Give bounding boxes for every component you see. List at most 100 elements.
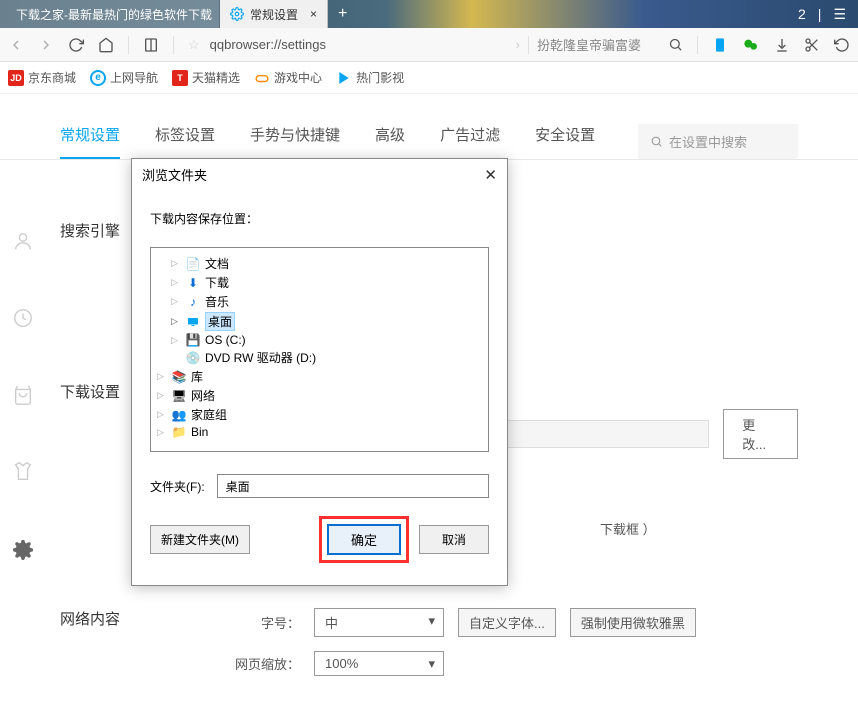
zoom-label: 网页缩放：	[220, 654, 300, 673]
add-tab-button[interactable]: +	[328, 5, 357, 23]
bookmark-label: 上网导航	[110, 69, 158, 86]
bookmark-label: 天猫精选	[192, 69, 240, 86]
tree-item-libraries[interactable]: ▷📚库	[151, 367, 488, 386]
gear-icon	[230, 7, 244, 21]
divider	[173, 36, 174, 54]
divider	[528, 36, 529, 54]
bag-icon[interactable]	[12, 384, 34, 406]
bookmark-label: 京东商城	[28, 69, 76, 86]
tab-pipe: |	[818, 6, 822, 22]
phone-icon[interactable]	[712, 37, 728, 53]
section-network: 网络内容 字号： 中 自定义字体... 强制使用微软雅黑 网页缩放： 100%	[60, 608, 798, 690]
back-icon[interactable]	[8, 37, 24, 53]
tree-item-desktop[interactable]: ▷桌面	[151, 311, 488, 332]
network-icon: 🖥	[171, 389, 187, 403]
gear-icon[interactable]	[12, 538, 34, 560]
bookmark-video[interactable]: 热门影视	[336, 69, 404, 86]
ok-button-highlight: 确定	[319, 516, 409, 563]
folder-field-label: 文件夹(F):	[150, 478, 205, 495]
bookmark-star-icon[interactable]: ☆	[188, 37, 200, 53]
force-yahei-button[interactable]: 强制使用微软雅黑	[570, 608, 696, 637]
clock-icon[interactable]	[12, 307, 34, 329]
tree-label: 家庭组	[191, 406, 227, 423]
game-icon	[254, 70, 270, 86]
tab-settings[interactable]: 常规设置 ×	[220, 0, 328, 28]
music-icon: ♪	[185, 295, 201, 309]
settings-tab-gestures[interactable]: 手势与快捷键	[250, 124, 340, 159]
scissors-icon[interactable]	[804, 37, 820, 53]
folder-tree[interactable]: ▷📄文档 ▷⬇下载 ▷♪音乐 ▷桌面 ▷💾OS (C:) 💿DVD RW 驱动器…	[150, 247, 489, 452]
bookmark-games[interactable]: 游戏中心	[254, 69, 322, 86]
cancel-button[interactable]: 取消	[419, 525, 489, 554]
address-bar[interactable]: ☆ qqbrowser://settings › 扮乾隆皇帝骗富婆	[188, 35, 653, 54]
font-select[interactable]: 中	[314, 608, 444, 637]
settings-tab-adblock[interactable]: 广告过滤	[440, 124, 500, 159]
tree-label: 下载	[205, 274, 229, 291]
settings-tab-general[interactable]: 常规设置	[60, 124, 120, 159]
font-label: 字号：	[220, 613, 300, 632]
tree-item-music[interactable]: ▷♪音乐	[151, 292, 488, 311]
trending-search[interactable]: 扮乾隆皇帝骗富婆	[537, 35, 641, 54]
zoom-select[interactable]: 100%	[314, 651, 444, 676]
download-icon[interactable]	[774, 37, 790, 53]
tab-label: 下载之家-最新最热门的绿色软件下载	[16, 6, 212, 23]
tree-item-homegroup[interactable]: ▷👥家庭组	[151, 405, 488, 424]
settings-tab-advanced[interactable]: 高级	[375, 124, 405, 159]
bookmark-nav[interactable]: e 上网导航	[90, 69, 158, 86]
tree-item-dvd[interactable]: 💿DVD RW 驱动器 (D:)	[151, 348, 488, 367]
dialog-title-text: 浏览文件夹	[142, 165, 207, 184]
divider	[128, 36, 129, 54]
tree-item-os-c[interactable]: ▷💾OS (C:)	[151, 332, 488, 348]
tree-item-bin[interactable]: ▷📁Bin	[151, 424, 488, 440]
drive-icon: 💾	[185, 333, 201, 347]
close-icon[interactable]: ×	[310, 7, 317, 21]
tree-item-documents[interactable]: ▷📄文档	[151, 254, 488, 273]
undo-icon[interactable]	[834, 37, 850, 53]
settings-search[interactable]: 在设置中搜索	[638, 124, 798, 159]
ok-button[interactable]: 确定	[327, 524, 401, 555]
browser-tab-bar: 下载之家-最新最热门的绿色软件下载 常规设置 × + 2 | ☰	[0, 0, 858, 28]
jd-icon: JD	[8, 70, 24, 86]
homegroup-icon: 👥	[171, 408, 187, 422]
reader-icon[interactable]	[143, 37, 159, 53]
chevron-right-icon: ›	[516, 37, 520, 52]
disc-icon: 💿	[185, 351, 201, 365]
play-icon	[336, 70, 352, 86]
change-button[interactable]: 更改...	[723, 409, 798, 459]
tree-item-network[interactable]: ▷🖥网络	[151, 386, 488, 405]
dialog-titlebar: 浏览文件夹 ✕	[132, 159, 507, 190]
search-icon	[650, 135, 663, 148]
dialog-subtitle: 下载内容保存位置：	[150, 210, 489, 227]
url-text: qqbrowser://settings	[210, 37, 326, 52]
library-icon: 📚	[171, 370, 187, 384]
tree-label: 库	[191, 368, 203, 385]
tree-item-downloads[interactable]: ▷⬇下载	[151, 273, 488, 292]
home-icon[interactable]	[98, 37, 114, 53]
search-placeholder: 在设置中搜索	[669, 132, 747, 151]
tree-label: OS (C:)	[205, 333, 246, 347]
folder-name-input[interactable]	[217, 474, 489, 498]
bookmark-jd[interactable]: JD 京东商城	[8, 69, 76, 86]
tab-downloads-site[interactable]: 下载之家-最新最热门的绿色软件下载	[0, 0, 220, 28]
menu-icon[interactable]: ☰	[833, 6, 846, 23]
document-icon: 📄	[185, 257, 201, 271]
settings-tab-tabs[interactable]: 标签设置	[155, 124, 215, 159]
tab-bar-right: 2 | ☰	[798, 6, 858, 23]
close-icon[interactable]: ✕	[484, 166, 497, 184]
tab-count[interactable]: 2	[798, 6, 806, 22]
left-rail	[0, 230, 45, 560]
user-icon[interactable]	[12, 230, 34, 252]
search-icon[interactable]	[667, 37, 683, 53]
divider	[697, 36, 698, 54]
bookmark-bar: JD 京东商城 e 上网导航 T 天猫精选 游戏中心 热门影视	[0, 62, 858, 94]
custom-font-button[interactable]: 自定义字体...	[458, 608, 556, 637]
shirt-icon[interactable]	[12, 461, 34, 483]
e-icon: e	[90, 70, 106, 86]
bookmark-tmall[interactable]: T 天猫精选	[172, 69, 240, 86]
refresh-icon[interactable]	[68, 37, 84, 53]
new-folder-button[interactable]: 新建文件夹(M)	[150, 525, 250, 554]
wechat-icon[interactable]	[742, 37, 760, 53]
settings-nav: 常规设置 标签设置 手势与快捷键 高级 广告过滤 安全设置 在设置中搜索	[0, 94, 858, 160]
settings-tab-security[interactable]: 安全设置	[535, 124, 595, 159]
forward-icon[interactable]	[38, 37, 54, 53]
